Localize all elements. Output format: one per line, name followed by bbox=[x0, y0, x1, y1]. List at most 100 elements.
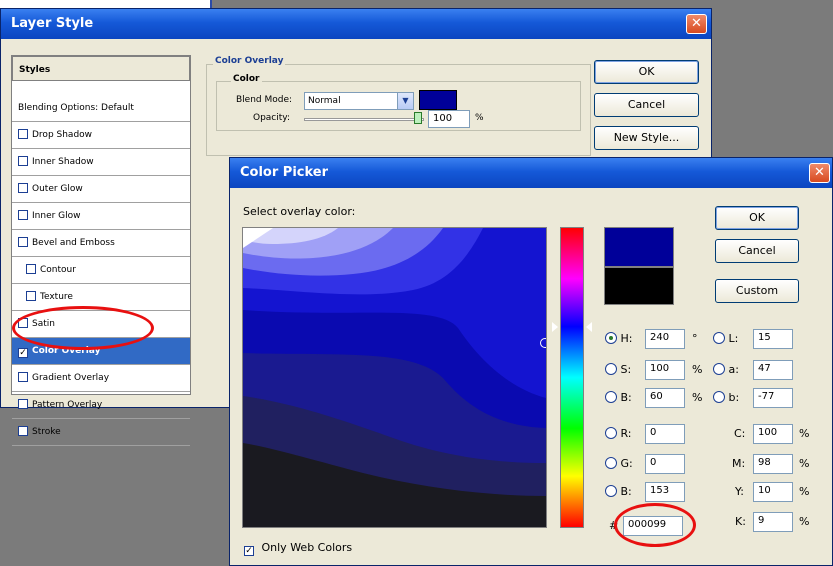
hue-slider-arrow-right-icon[interactable] bbox=[586, 322, 592, 332]
red-input[interactable]: 0 bbox=[645, 424, 685, 444]
style-item-checkbox[interactable] bbox=[18, 156, 28, 166]
cyan-unit: % bbox=[799, 427, 810, 440]
saturation-row[interactable]: S: bbox=[605, 361, 631, 379]
saturation-input[interactable]: 100 bbox=[645, 360, 685, 380]
style-item-checkbox[interactable] bbox=[18, 372, 28, 382]
layer-style-title: Layer Style bbox=[11, 16, 94, 31]
new-style-button[interactable]: New Style... bbox=[594, 126, 699, 150]
layer-style-ok-button[interactable]: OK bbox=[594, 60, 699, 84]
lab-b-label: b: bbox=[728, 391, 740, 404]
color-field-gradient[interactable] bbox=[243, 228, 546, 527]
lab-l-input[interactable]: 15 bbox=[753, 329, 793, 349]
green-radio[interactable] bbox=[605, 457, 617, 469]
blue-row[interactable]: B: bbox=[605, 483, 632, 501]
brightness-input[interactable]: 60 bbox=[645, 388, 685, 408]
red-radio[interactable] bbox=[605, 427, 617, 439]
color-picker-titlebar[interactable]: Color Picker bbox=[230, 158, 832, 188]
lab-l-radio[interactable] bbox=[713, 332, 725, 344]
style-item-checkbox[interactable] bbox=[18, 426, 28, 436]
green-label: G: bbox=[620, 457, 633, 470]
style-item-checkbox[interactable] bbox=[18, 348, 28, 358]
hue-radio[interactable] bbox=[605, 332, 617, 344]
yellow-input[interactable]: 10 bbox=[753, 482, 793, 502]
style-item-checkbox[interactable] bbox=[18, 237, 28, 247]
saturation-unit: % bbox=[692, 363, 703, 376]
black-input[interactable]: 9 bbox=[753, 512, 793, 532]
blend-mode-select[interactable]: Normal ▼ bbox=[304, 92, 414, 110]
blue-radio[interactable] bbox=[605, 485, 617, 497]
style-item-pattern-overlay[interactable]: Pattern Overlay bbox=[12, 392, 190, 419]
color-picker-ok-button[interactable]: OK bbox=[715, 206, 799, 230]
magenta-label: M: bbox=[732, 457, 746, 470]
lab-b-radio[interactable] bbox=[713, 391, 725, 403]
chevron-down-icon[interactable]: ▼ bbox=[397, 93, 413, 109]
blending-options-item[interactable]: Blending Options: Default bbox=[12, 95, 190, 122]
current-color-swatch[interactable] bbox=[604, 267, 674, 305]
blend-mode-value: Normal bbox=[308, 96, 341, 106]
cyan-label: C: bbox=[734, 427, 746, 440]
lab-b-input[interactable]: -77 bbox=[753, 388, 793, 408]
yellow-label: Y: bbox=[735, 485, 744, 498]
style-item-checkbox[interactable] bbox=[18, 210, 28, 220]
green-input[interactable]: 0 bbox=[645, 454, 685, 474]
layer-style-cancel-button[interactable]: Cancel bbox=[594, 93, 699, 117]
opacity-slider-thumb[interactable] bbox=[414, 112, 422, 124]
style-item-checkbox[interactable] bbox=[26, 264, 36, 274]
opacity-unit: % bbox=[475, 113, 484, 123]
style-item-label: Inner Glow bbox=[32, 211, 81, 221]
brightness-radio[interactable] bbox=[605, 391, 617, 403]
style-item-label: Contour bbox=[40, 265, 76, 275]
saturation-radio[interactable] bbox=[605, 363, 617, 375]
style-item-label: Inner Shadow bbox=[32, 157, 94, 167]
lab-l-row[interactable]: L: bbox=[713, 330, 738, 348]
layer-style-titlebar[interactable]: Layer Style bbox=[1, 9, 711, 39]
brightness-row[interactable]: B: bbox=[605, 389, 632, 407]
style-item-inner-glow[interactable]: Inner Glow bbox=[12, 203, 190, 230]
hue-unit: ° bbox=[692, 332, 698, 345]
new-color-swatch bbox=[604, 227, 674, 267]
lab-b-row[interactable]: b: bbox=[713, 389, 739, 407]
background-app-strip bbox=[0, 0, 210, 8]
style-item-checkbox[interactable] bbox=[18, 129, 28, 139]
style-item-contour[interactable]: Contour bbox=[12, 257, 190, 284]
opacity-input[interactable]: 100 bbox=[428, 110, 470, 128]
lab-a-row[interactable]: a: bbox=[713, 361, 739, 379]
green-row[interactable]: G: bbox=[605, 455, 633, 473]
color-field-cursor[interactable] bbox=[540, 338, 546, 348]
style-item-inner-shadow[interactable]: Inner Shadow bbox=[12, 149, 190, 176]
only-web-colors-label: Only Web Colors bbox=[261, 541, 353, 554]
hue-row[interactable]: H: bbox=[605, 330, 632, 348]
color-field[interactable] bbox=[242, 227, 547, 528]
hue-slider-arrow-left-icon[interactable] bbox=[552, 322, 558, 332]
layer-style-close-icon[interactable]: ✕ bbox=[686, 14, 707, 34]
color-picker-close-icon[interactable]: ✕ bbox=[809, 163, 830, 183]
blue-input[interactable]: 153 bbox=[645, 482, 685, 502]
overlay-color-swatch[interactable] bbox=[419, 90, 457, 110]
only-web-colors-row[interactable]: Only Web Colors bbox=[244, 539, 352, 557]
styles-header[interactable]: Styles bbox=[12, 56, 190, 81]
opacity-slider-track[interactable] bbox=[304, 118, 424, 121]
color-picker-title: Color Picker bbox=[240, 165, 329, 180]
custom-button[interactable]: Custom bbox=[715, 279, 799, 303]
only-web-colors-checkbox[interactable] bbox=[244, 546, 254, 556]
hue-input[interactable]: 240 bbox=[645, 329, 685, 349]
style-item-stroke[interactable]: Stroke bbox=[12, 419, 190, 446]
lab-l-label: L: bbox=[728, 332, 739, 345]
style-item-checkbox[interactable] bbox=[26, 291, 36, 301]
lab-a-radio[interactable] bbox=[713, 363, 725, 375]
style-item-bevel-and-emboss[interactable]: Bevel and Emboss bbox=[12, 230, 190, 257]
lab-a-input[interactable]: 47 bbox=[753, 360, 793, 380]
hue-slider[interactable] bbox=[560, 227, 584, 528]
style-item-gradient-overlay[interactable]: Gradient Overlay bbox=[12, 365, 190, 392]
style-item-checkbox[interactable] bbox=[18, 399, 28, 409]
yellow-unit: % bbox=[799, 485, 810, 498]
style-item-checkbox[interactable] bbox=[18, 183, 28, 193]
style-item-outer-glow[interactable]: Outer Glow bbox=[12, 176, 190, 203]
magenta-input[interactable]: 98 bbox=[753, 454, 793, 474]
cyan-input[interactable]: 100 bbox=[753, 424, 793, 444]
brightness-unit: % bbox=[692, 391, 703, 404]
red-row[interactable]: R: bbox=[605, 425, 632, 443]
style-item-label: Drop Shadow bbox=[32, 130, 93, 140]
color-picker-cancel-button[interactable]: Cancel bbox=[715, 239, 799, 263]
style-item-drop-shadow[interactable]: Drop Shadow bbox=[12, 122, 190, 149]
